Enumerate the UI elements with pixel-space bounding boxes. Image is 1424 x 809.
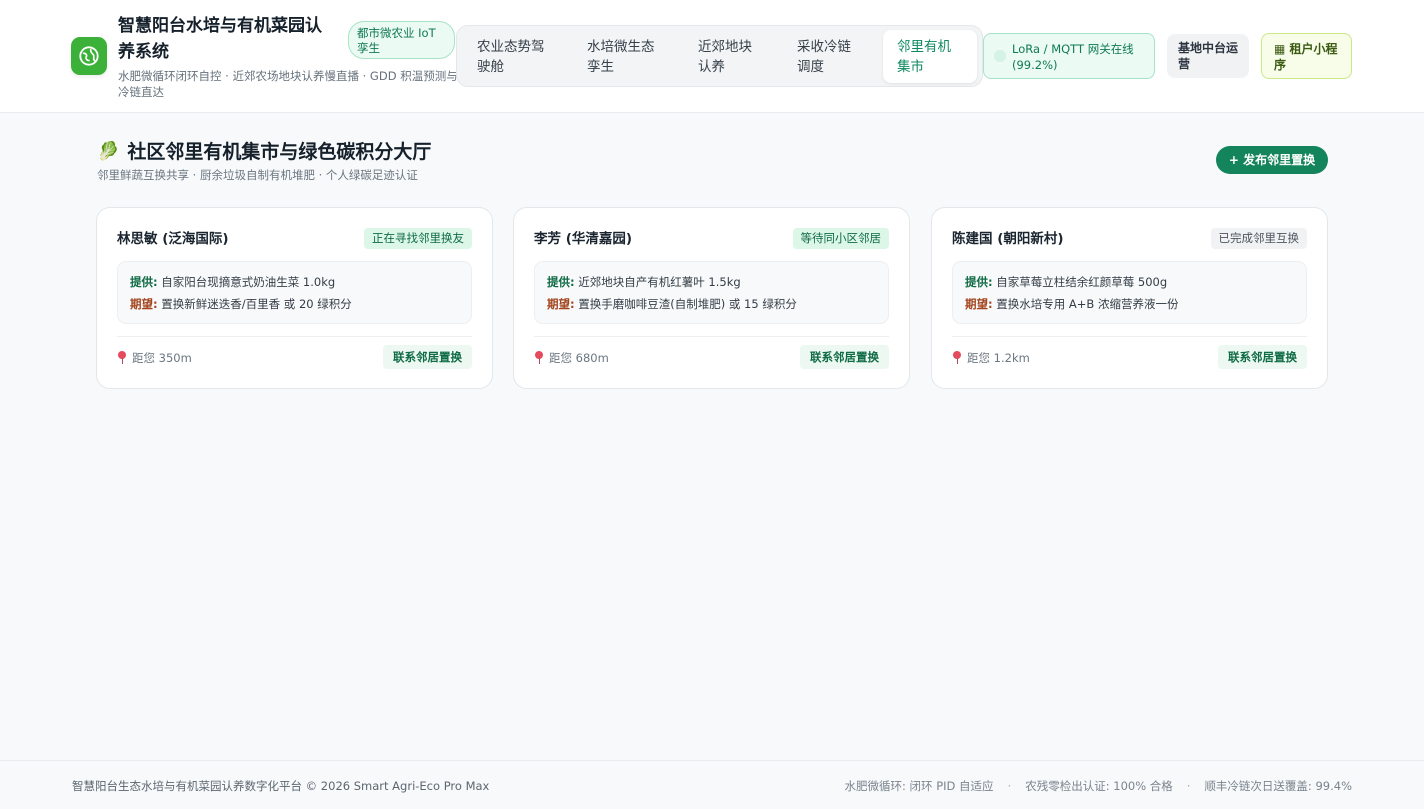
publish-swap-button[interactable]: + 发布邻里置换 <box>1216 146 1328 174</box>
tab-neighbor-market[interactable]: 邻里有机集市 <box>883 30 977 83</box>
location-pin-icon <box>952 351 962 365</box>
card-details: 提供: 近郊地块自产有机红薯叶 1.5kg 期望: 置换手磨咖啡豆渣(自制堆肥)… <box>534 261 889 324</box>
distance-text: 距您 1.2km <box>967 351 1030 365</box>
swap-card: 李芳 (华清嘉园) 等待同小区邻居 提供: 近郊地块自产有机红薯叶 1.5kg … <box>513 207 910 389</box>
tab-hydroponic-twin[interactable]: 水培微生态孪生 <box>573 30 677 83</box>
tab-dashboard[interactable]: 农业态势驾驶舱 <box>463 30 567 83</box>
tab-cold-chain[interactable]: 采收冷链调度 <box>783 30 875 83</box>
footer-stats: 水肥微循环: 闭环 PID 自适应 · 农残零检出认证: 100% 合格 · 顺… <box>845 778 1352 794</box>
card-details: 提供: 自家阳台现摘意式奶油生菜 1.0kg 期望: 置换新鲜迷迭香/百里香 或… <box>117 261 472 324</box>
card-distance: 距您 350m <box>117 348 192 368</box>
status-dot-icon <box>994 50 1006 62</box>
contact-neighbor-button[interactable]: 联系邻居置换 <box>1218 345 1307 369</box>
page-subtitle: 邻里鲜蔬互换共享 · 厨余垃圾自制有机堆肥 · 个人绿碳足迹认证 <box>97 168 418 182</box>
lettuce-icon: 🥬 <box>97 141 120 162</box>
want-label: 期望: <box>965 297 993 311</box>
iot-twin-badge: 都市微农业 IoT 孪生 <box>348 21 455 59</box>
footer-separator: · <box>1186 779 1191 793</box>
card-owner-name: 林思敏 (泛海国际) <box>117 231 229 247</box>
mini-program-button[interactable]: ▦ 租户小程序 <box>1261 33 1352 79</box>
page-title-text: 社区邻里有机集市与绿色碳积分大厅 <box>127 141 432 163</box>
want-text: 置换新鲜迷迭香/百里香 或 20 绿积分 <box>161 297 352 311</box>
swap-card: 陈建国 (朝阳新村) 已完成邻里互换 提供: 自家草莓立柱结余红颜草莓 500g… <box>931 207 1328 389</box>
page-title: 🥬 社区邻里有机集市与绿色碳积分大厅 <box>97 138 431 166</box>
location-pin-icon <box>117 351 127 365</box>
footer-separator: · <box>1007 779 1012 793</box>
status-badge: 等待同小区邻居 <box>792 228 889 249</box>
footer-stat: 农残零检出认证: 100% 合格 <box>1025 779 1173 793</box>
globe-leaf-icon <box>79 46 99 66</box>
distance-text: 距您 680m <box>549 351 609 365</box>
want-label: 期望: <box>130 297 158 311</box>
card-distance: 距您 680m <box>534 348 609 368</box>
ops-button[interactable]: 基地中台运营 <box>1167 34 1249 78</box>
main-nav: 农业态势驾驶舱 水培微生态孪生 近郊地块认养 采收冷链调度 邻里有机集市 <box>456 25 983 87</box>
card-owner-name: 陈建国 (朝阳新村) <box>952 231 1064 247</box>
card-distance: 距您 1.2km <box>952 348 1030 368</box>
app-title: 智慧阳台水培与有机菜园认养系统 <box>118 16 322 62</box>
card-divider <box>117 336 472 337</box>
footer-copyright: 智慧阳台生态水培与有机菜园认养数字化平台 © 2026 Smart Agri-E… <box>72 779 490 793</box>
offer-label: 提供: <box>547 275 575 289</box>
offer-text: 近郊地块自产有机红薯叶 1.5kg <box>578 275 741 289</box>
gateway-status-text: LoRa / MQTT 网关在线 (99.2%) <box>1012 42 1134 72</box>
footer-stat: 水肥微循环: 闭环 PID 自适应 <box>844 779 994 793</box>
status-badge: 正在寻找邻里换友 <box>364 228 472 249</box>
card-divider <box>534 336 889 337</box>
footer: 智慧阳台生态水培与有机菜园认养数字化平台 © 2026 Smart Agri-E… <box>0 760 1424 809</box>
card-divider <box>952 336 1307 337</box>
want-text: 置换手磨咖啡豆渣(自制堆肥) 或 15 绿积分 <box>578 297 797 311</box>
card-details: 提供: 自家草莓立柱结余红颜草莓 500g 期望: 置换水培专用 A+B 浓缩营… <box>952 261 1307 324</box>
want-text: 置换水培专用 A+B 浓缩营养液一份 <box>996 297 1179 311</box>
gateway-status: LoRa / MQTT 网关在线 (99.2%) <box>983 33 1155 79</box>
want-label: 期望: <box>547 297 575 311</box>
swap-card: 林思敏 (泛海国际) 正在寻找邻里换友 提供: 自家阳台现摘意式奶油生菜 1.0… <box>96 207 493 389</box>
footer-stat: 顺丰冷链次日送覆盖: 99.4% <box>1204 779 1352 793</box>
app-logo <box>71 37 107 75</box>
contact-neighbor-button[interactable]: 联系邻居置换 <box>383 345 472 369</box>
contact-neighbor-button[interactable]: 联系邻居置换 <box>800 345 889 369</box>
distance-text: 距您 350m <box>132 351 192 365</box>
offer-text: 自家草莓立柱结余红颜草莓 500g <box>996 275 1168 289</box>
location-pin-icon <box>534 351 544 365</box>
top-header: 智慧阳台水培与有机菜园认养系统 水肥微循环闭环自控 · 近郊农场地块认养慢直播 … <box>0 0 1424 113</box>
app-subtitle: 水肥微循环闭环自控 · 近郊农场地块认养慢直播 · GDD 积温预测与冷链直达 <box>118 69 458 99</box>
status-badge: 已完成邻里互换 <box>1210 228 1307 249</box>
card-owner-name: 李芳 (华清嘉园) <box>534 231 633 247</box>
offer-label: 提供: <box>965 275 993 289</box>
offer-text: 自家阳台现摘意式奶油生菜 1.0kg <box>161 275 336 289</box>
offer-label: 提供: <box>130 275 158 289</box>
tab-plot-adoption[interactable]: 近郊地块认养 <box>684 30 776 83</box>
